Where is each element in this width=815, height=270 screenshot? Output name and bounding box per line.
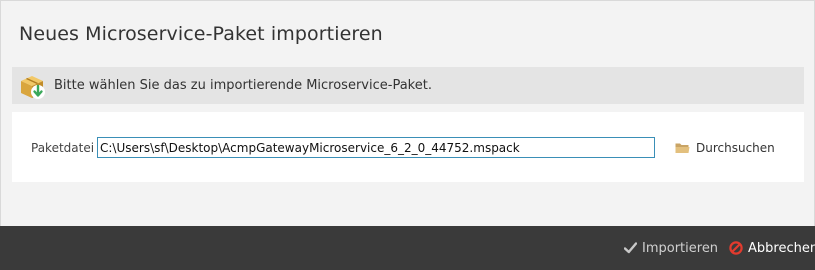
browse-button[interactable]: Durchsuchen: [675, 138, 775, 158]
dialog-footer: Importieren Abbrechen: [0, 226, 815, 270]
cancel-label: Abbrechen: [748, 240, 815, 256]
cancel-button[interactable]: Abbrechen: [729, 239, 815, 257]
info-bar: Bitte wählen Sie das zu importierende Mi…: [12, 67, 804, 104]
checkmark-icon: [624, 242, 637, 254]
form-panel: Paketdatei Durchsuchen: [12, 112, 804, 182]
cancel-icon: [729, 241, 743, 255]
dialog-title: Neues Microservice-Paket importieren: [19, 23, 383, 45]
package-file-input[interactable]: [97, 137, 655, 158]
browse-label: Durchsuchen: [696, 141, 775, 155]
folder-icon: [675, 142, 690, 154]
dialog-body: Neues Microservice-Paket importieren Bit…: [0, 0, 815, 227]
import-label: Importieren: [642, 240, 719, 256]
import-dialog: Neues Microservice-Paket importieren Bit…: [0, 0, 815, 270]
import-button[interactable]: Importieren: [624, 239, 718, 257]
info-text: Bitte wählen Sie das zu importierende Mi…: [54, 78, 432, 93]
package-download-icon: [18, 72, 46, 100]
package-file-label: Paketdatei: [31, 141, 95, 155]
